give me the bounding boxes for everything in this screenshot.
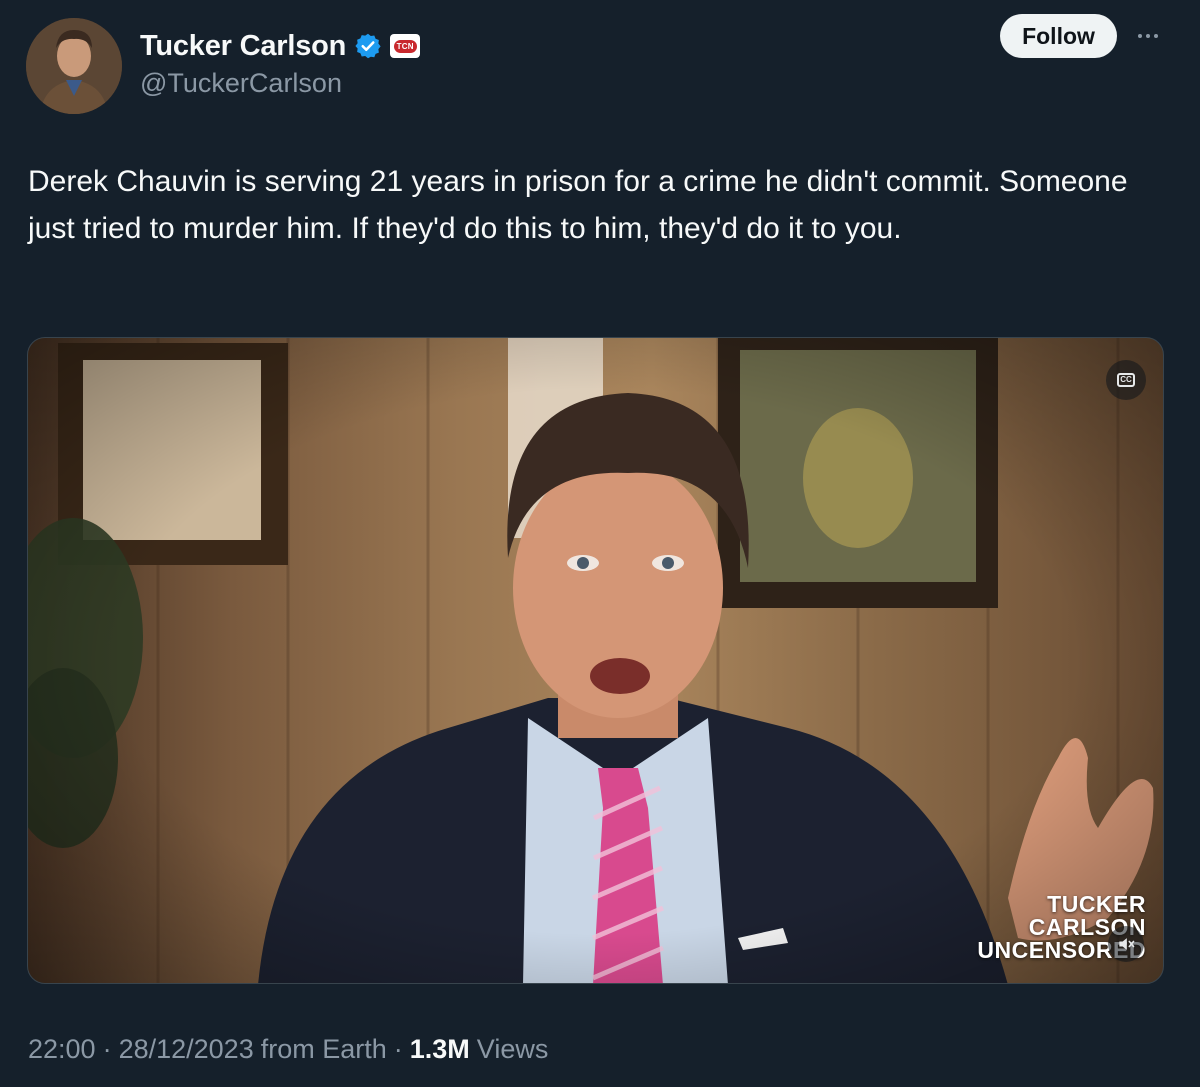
follow-button[interactable]: Follow — [1000, 14, 1117, 58]
tweet: Tucker Carlson TCN @TuckerCarlson Follow… — [0, 0, 1200, 1087]
author-display-name[interactable]: Tucker Carlson — [140, 30, 346, 63]
tweet-header: Tucker Carlson TCN @TuckerCarlson Follow — [26, 12, 1176, 114]
closed-captions-icon[interactable]: CC — [1106, 360, 1146, 400]
video-player[interactable]: CC TUCKER CARLSON UNCENSORED — [27, 337, 1164, 984]
affiliate-badge-icon[interactable]: TCN — [390, 34, 421, 58]
meta-separator: · — [393, 1033, 403, 1064]
author-name-row: Tucker Carlson TCN — [140, 24, 421, 68]
views-count[interactable]: 1.3M — [410, 1034, 477, 1065]
avatar[interactable] — [26, 18, 122, 114]
tweet-date[interactable]: 28/12/2023 — [119, 1034, 254, 1065]
views-label: Views — [476, 1033, 549, 1064]
video-frame — [28, 338, 1163, 983]
muted-speaker-icon[interactable] — [1108, 926, 1144, 962]
tweet-meta: 22:00 · 28/12/2023 from Earth · 1.3M Vie… — [28, 1030, 548, 1068]
meta-separator: · — [102, 1033, 112, 1064]
watermark-line: TUCKER — [1047, 891, 1146, 917]
more-options-icon[interactable] — [1130, 22, 1166, 50]
tweet-time[interactable]: 22:00 — [28, 1034, 96, 1065]
verified-badge-icon[interactable] — [354, 32, 382, 60]
author-handle[interactable]: @TuckerCarlson — [140, 68, 342, 99]
affiliate-badge-text: TCN — [393, 39, 417, 53]
tweet-source: from Earth — [260, 1033, 387, 1064]
tweet-text: Derek Chauvin is serving 21 years in pri… — [28, 165, 1128, 245]
